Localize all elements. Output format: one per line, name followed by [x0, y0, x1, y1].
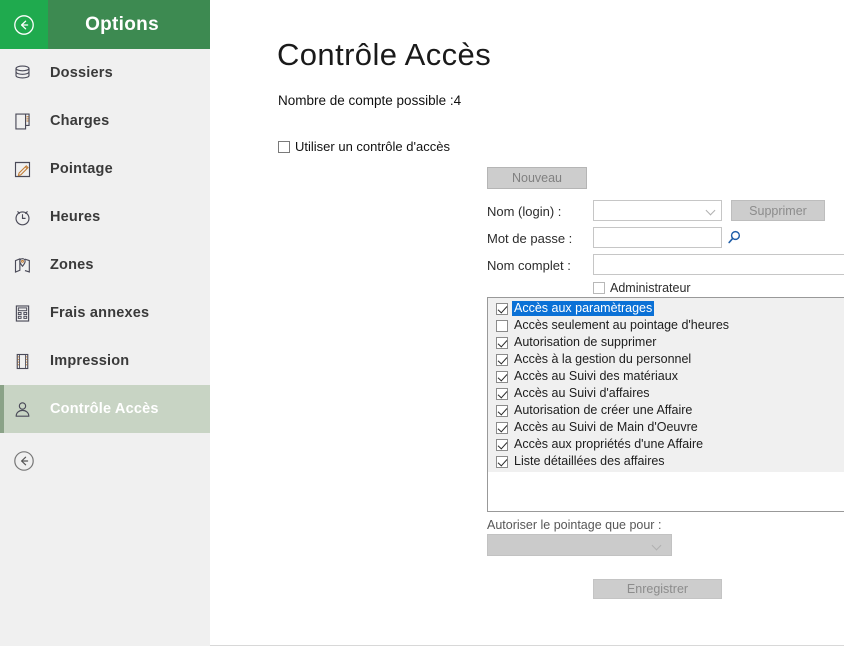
fullname-label: Nom complet : [487, 258, 571, 273]
checkbox-box[interactable] [496, 302, 508, 315]
person-icon [12, 399, 46, 420]
sidebar-item-label: Contrôle Accès [50, 401, 159, 417]
options-window: Options Dossiers Charges Pointage Heures… [0, 0, 844, 646]
authorize-select[interactable] [487, 534, 672, 556]
save-button[interactable]: Enregistrer [593, 579, 722, 599]
sidebar-title: Options [85, 13, 159, 35]
use-access-control-label: Utiliser un contrôle d'accès [295, 139, 450, 154]
sidebar-item-impression[interactable]: Impression [0, 337, 210, 385]
sidebar-item-frais-annexes[interactable]: Frais annexes [0, 289, 210, 337]
list-item[interactable]: Accès seulement au pointage d'heures [488, 317, 844, 334]
list-item-label: Accès aux propriétés d'une Affaire [514, 437, 704, 451]
list-item[interactable]: Autorisation de supprimer [488, 334, 844, 351]
sidebar-item-label: Zones [50, 257, 94, 273]
checkbox-box[interactable] [496, 404, 508, 417]
checkbox-box[interactable] [496, 336, 508, 349]
sidebar-item-charges[interactable]: Charges [0, 97, 210, 145]
list-item[interactable]: Accès au Suivi d'affaires [488, 385, 844, 402]
sidebar-item-label: Dossiers [50, 65, 113, 81]
clock-icon [12, 207, 46, 228]
administrator-checkbox[interactable]: Administrateur [593, 281, 691, 295]
printer-icon [12, 351, 46, 372]
account-count-text: Nombre de compte possible :4 [278, 93, 462, 108]
permissions-list: Accès aux paramètrages Accès seulement a… [488, 298, 844, 472]
sidebar-item-heures[interactable]: Heures [0, 193, 210, 241]
circle-arrow-left-icon [14, 451, 34, 471]
circle-arrow-left-icon [14, 14, 34, 35]
sidebar-item-zones[interactable]: Zones [0, 241, 210, 289]
sidebar-item-label: Pointage [50, 161, 113, 177]
list-item-label: Accès au Suivi d'affaires [514, 386, 650, 400]
password-input[interactable] [593, 227, 722, 248]
database-icon [12, 63, 46, 84]
chevron-down-icon [653, 544, 661, 549]
fullname-input[interactable] [593, 254, 844, 275]
list-item-label: Liste détaillées des affaires [514, 454, 665, 468]
list-item[interactable]: Accès à la gestion du personnel [488, 351, 844, 368]
sidebar-item-label: Impression [50, 353, 130, 369]
back-button[interactable] [0, 0, 48, 49]
sidebar-header: Options [0, 0, 210, 49]
checkbox-box[interactable] [496, 353, 508, 366]
checkbox-box[interactable] [496, 421, 508, 434]
sidebar-item-dossiers[interactable]: Dossiers [0, 49, 210, 97]
sidebar-item-pointage[interactable]: Pointage [0, 145, 210, 193]
sidebar-item-label: Charges [50, 113, 110, 129]
list-item-label: Accès à la gestion du personnel [514, 352, 692, 366]
sidebar-back-button[interactable] [0, 433, 210, 489]
password-label: Mot de passe : [487, 231, 573, 246]
list-item[interactable]: Accès aux propriétés d'une Affaire [488, 436, 844, 453]
list-item-label: Accès aux paramètrages [512, 301, 655, 316]
magnifier-icon[interactable] [725, 229, 743, 247]
map-pin-icon [12, 255, 46, 276]
sidebar-nav: Dossiers Charges Pointage Heures Zones F… [0, 49, 210, 433]
calculator-icon [12, 303, 46, 324]
list-item[interactable]: Liste détaillées des affaires [488, 453, 844, 470]
authorize-label: Autoriser le pointage que pour : [487, 518, 662, 532]
main-content: Contrôle Accès Nombre de compte possible… [210, 0, 844, 645]
login-label: Nom (login) : [487, 204, 562, 219]
use-access-control-checkbox[interactable]: Utiliser un contrôle d'accès [278, 139, 450, 154]
list-item-label: Accès au Suivi des matériaux [514, 369, 678, 383]
checkbox-box[interactable] [496, 370, 508, 383]
checkbox-box[interactable] [496, 319, 508, 332]
document-icon [12, 111, 46, 132]
permissions-listbox[interactable]: Accès aux paramètrages Accès seulement a… [487, 297, 844, 512]
sidebar-item-controle-acces[interactable]: Contrôle Accès [0, 385, 210, 433]
checkbox-box[interactable] [496, 455, 508, 468]
checkbox-box[interactable] [496, 438, 508, 451]
list-item[interactable]: Accès aux paramètrages [488, 300, 844, 317]
list-item[interactable]: Accès au Suivi de Main d'Oeuvre [488, 419, 844, 436]
list-item-label: Autorisation de supprimer [514, 335, 657, 349]
administrator-label: Administrateur [610, 281, 691, 295]
chevron-down-icon [707, 209, 715, 214]
login-select[interactable] [593, 200, 722, 221]
sidebar: Options Dossiers Charges Pointage Heures… [0, 0, 210, 646]
list-item[interactable]: Autorisation de créer une Affaire [488, 402, 844, 419]
checkbox-box [278, 140, 290, 153]
list-item-label: Accès au Suivi de Main d'Oeuvre [514, 420, 698, 434]
pencil-edit-icon [12, 159, 46, 180]
checkbox-box [593, 282, 605, 294]
sidebar-item-label: Frais annexes [50, 305, 150, 321]
checkbox-box[interactable] [496, 387, 508, 400]
new-button[interactable]: Nouveau [487, 167, 587, 189]
sidebar-item-label: Heures [50, 209, 101, 225]
list-item-label: Accès seulement au pointage d'heures [514, 318, 730, 332]
delete-button[interactable]: Supprimer [731, 200, 825, 221]
list-item-label: Autorisation de créer une Affaire [514, 403, 693, 417]
page-title: Contrôle Accès [277, 37, 492, 72]
list-item[interactable]: Accès au Suivi des matériaux [488, 368, 844, 385]
